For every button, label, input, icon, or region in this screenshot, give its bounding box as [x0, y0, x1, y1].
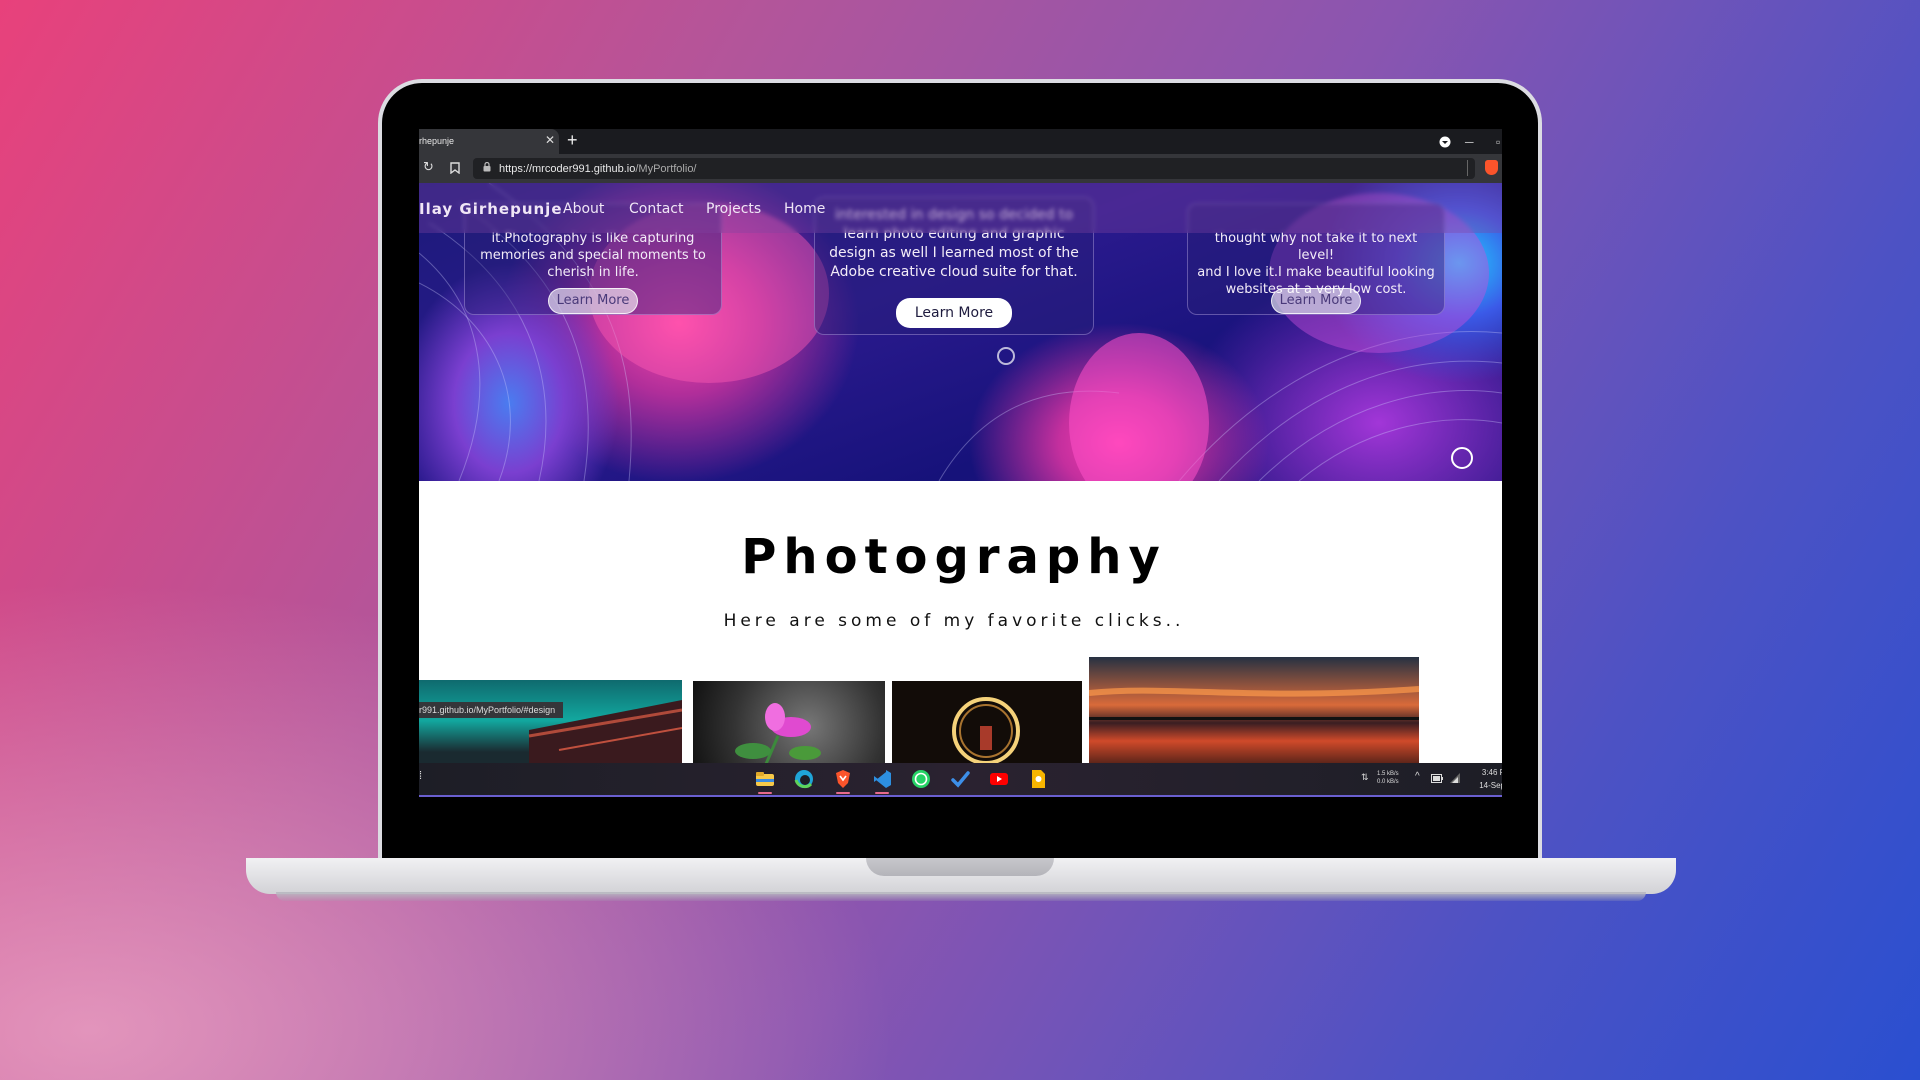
nav-link-about[interactable]: About: [563, 201, 604, 217]
clock[interactable]: 3:46 P 14-Sep: [1469, 766, 1502, 792]
site-brand[interactable]: Ilay Girhepunje: [419, 200, 563, 218]
browser-toolbar: ↻ https://mrcoder991.github.io/MyPortfol…: [419, 154, 1502, 183]
toolbar-separator: [1467, 160, 1468, 176]
laptop-base-shadow: [276, 892, 1646, 901]
address-bar[interactable]: https://mrcoder991.github.io/MyPortfolio…: [473, 158, 1475, 179]
card-text-line: thought why not take it to next level!: [1214, 231, 1418, 263]
photo-sunset-detail: [1089, 686, 1419, 720]
card-text-line: memories and special moments to: [480, 248, 706, 263]
network-arrows-icon: ⇅: [1361, 772, 1369, 782]
learn-more-button[interactable]: Learn More: [1271, 288, 1361, 314]
photography-section: Photography Here are some of my favorite…: [419, 481, 1502, 763]
scroll-to-top-icon[interactable]: [1451, 447, 1473, 469]
card-text-line: design as well I learned most of the: [829, 245, 1079, 261]
cursor-ring-icon: [997, 347, 1015, 365]
photo-light-ring[interactable]: [892, 681, 1082, 763]
screen: rhepunje ✕ + ─ ▫ ↻ https://mrcoder991.gi…: [419, 129, 1502, 807]
url-text: https://mrcoder991.github.io/MyPortfolio…: [499, 163, 697, 175]
whatsapp-icon[interactable]: [910, 768, 932, 790]
brave-shields-icon[interactable]: [1485, 160, 1498, 175]
show-hidden-icons-chevron-icon[interactable]: ^: [1415, 771, 1420, 782]
card-text-line: and I love it.I make beautiful looking: [1197, 265, 1435, 280]
site-navbar: Ilay Girhepunje About Contact Projects H…: [419, 183, 1502, 233]
nav-link-projects[interactable]: Projects: [706, 201, 761, 217]
clock-time: 3:46 P: [1481, 768, 1502, 777]
wifi-icon[interactable]: [1449, 772, 1461, 784]
edge-browser-icon[interactable]: [793, 768, 815, 790]
page-viewport: it.Photography is like capturing memorie…: [419, 183, 1502, 763]
photo-flower[interactable]: [693, 681, 885, 763]
network-down-speed: 0.0 kB/s: [1377, 779, 1399, 785]
photography-title: Photography: [741, 529, 1167, 585]
browser-tab[interactable]: rhepunje ✕: [419, 129, 559, 154]
file-explorer-icon[interactable]: [754, 768, 776, 794]
laptop-notch: [866, 858, 1054, 876]
bookmark-icon[interactable]: [450, 162, 460, 174]
maximize-icon[interactable]: ▫: [1496, 135, 1500, 149]
tab-title: rhepunje: [419, 136, 455, 146]
battery-icon[interactable]: [1431, 774, 1443, 783]
status-url-tooltip: r991.github.io/MyPortfolio/#design: [419, 702, 564, 718]
profile-icon[interactable]: [1439, 136, 1451, 148]
new-tab-button[interactable]: +: [567, 130, 578, 151]
todo-icon[interactable]: [949, 768, 971, 790]
youtube-icon[interactable]: [988, 768, 1010, 790]
brave-browser-icon[interactable]: [832, 768, 854, 794]
network-up-speed: 1.5 kB/s: [1377, 771, 1399, 777]
close-tab-icon[interactable]: ✕: [545, 133, 555, 147]
start-edge-icon[interactable]: ⁞: [419, 770, 422, 782]
photo-bridge-detail: [528, 700, 682, 763]
nav-link-contact[interactable]: Contact: [629, 201, 683, 217]
network-speed: 1.5 kB/s 0.0 kB/s: [1377, 770, 1413, 786]
photo-sunset[interactable]: [1089, 657, 1419, 763]
lock-icon: [483, 162, 491, 172]
taskbar: ⁞ ⇅ 1.5 kB/s 0.0 kB/s ^ 3:46 14-Se: [419, 763, 1502, 797]
google-keep-icon[interactable]: [1027, 768, 1049, 790]
vscode-icon[interactable]: [871, 768, 893, 794]
hero-section: it.Photography is like capturing memorie…: [419, 183, 1502, 481]
learn-more-button[interactable]: Learn More: [896, 298, 1012, 328]
card-text-line: Adobe creative cloud suite for that.: [830, 264, 1078, 280]
browser-tab-strip: rhepunje ✕ + ─ ▫: [419, 129, 1502, 154]
minimize-icon[interactable]: ─: [1465, 135, 1474, 149]
photo-flower-detail: [735, 703, 821, 763]
photography-subtitle: Here are some of my favorite clicks..: [723, 611, 1185, 631]
clock-date: 14-Sep: [1479, 781, 1502, 790]
photo-light-ring-detail: [952, 697, 1020, 763]
learn-more-button[interactable]: Learn More: [548, 288, 638, 314]
nav-link-home[interactable]: Home: [784, 201, 825, 217]
photo-bridge[interactable]: [419, 680, 682, 763]
reload-icon[interactable]: ↻: [423, 160, 434, 175]
card-text-line: cherish in life.: [547, 265, 639, 280]
